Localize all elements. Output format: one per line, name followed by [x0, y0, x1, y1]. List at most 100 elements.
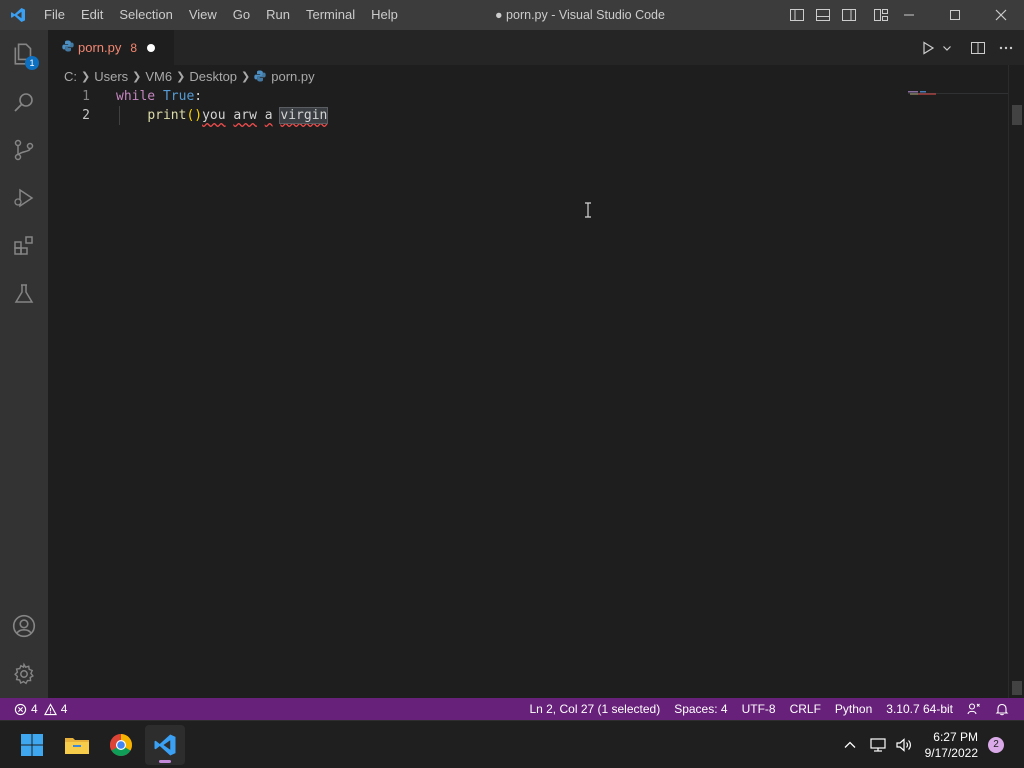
code-line[interactable]: 2 print()you arw a virgin [48, 106, 1008, 125]
testing-flask-icon[interactable] [0, 270, 48, 318]
bracket-close: ) [194, 108, 203, 123]
tab-problem-count: 8 [130, 40, 138, 55]
encoding[interactable]: UTF-8 [735, 698, 783, 720]
language-mode[interactable]: Python [828, 698, 879, 720]
explorer-badge: 1 [25, 56, 39, 70]
split-editor-icon[interactable] [970, 37, 986, 59]
run-debug-icon[interactable] [0, 174, 48, 222]
cursor-position[interactable]: Ln 2, Col 27 (1 selected) [522, 698, 667, 720]
editor-actions [920, 30, 1014, 65]
tab-bar: porn.py 8 [48, 30, 1024, 65]
run-python-file-icon[interactable] [920, 37, 936, 59]
breadcrumb-vm6[interactable]: VM6 [145, 69, 172, 84]
unsaved-dot-icon[interactable] [147, 43, 156, 52]
breadcrumb: C: ❯ Users ❯ VM6 ❯ Desktop ❯ porn.py [48, 65, 1008, 87]
vscode-taskbar-icon[interactable] [145, 725, 185, 765]
clock-date: 9/17/2022 [924, 746, 978, 760]
notification-badge[interactable]: 2 [988, 737, 1004, 753]
breadcrumb-file[interactable]: porn.py [271, 69, 314, 84]
accounts-icon[interactable] [0, 602, 48, 650]
tab-porn-py[interactable]: porn.py 8 [48, 30, 174, 65]
clock-time: 6:27 PM [933, 730, 978, 744]
windows-taskbar: 6:27 PM 9/17/2022 2 [0, 720, 1024, 768]
menu-terminal[interactable]: Terminal [298, 0, 363, 30]
taskbar-clock[interactable]: 6:27 PM 9/17/2022 [925, 729, 978, 761]
menu-go[interactable]: Go [225, 0, 258, 30]
menu-run[interactable]: Run [258, 0, 298, 30]
chevron-up-icon[interactable] [843, 738, 857, 752]
title-bar: File Edit Selection View Go Run Terminal… [0, 0, 1024, 30]
manage-gear-icon[interactable] [0, 650, 48, 698]
error-word: arw [233, 108, 257, 123]
network-icon[interactable] [869, 737, 887, 753]
menu-selection[interactable]: Selection [111, 0, 180, 30]
toggle-panel-icon[interactable] [812, 4, 834, 26]
menu-file[interactable]: File [36, 0, 73, 30]
code-line[interactable]: 1 while True: [48, 87, 1008, 106]
menu-edit[interactable]: Edit [73, 0, 111, 30]
window-controls [886, 0, 1024, 30]
warning-count: 4 [60, 702, 68, 716]
menu-view[interactable]: View [181, 0, 225, 30]
error-icon [14, 703, 27, 716]
line-number: 2 [82, 108, 90, 123]
breadcrumb-users[interactable]: Users [94, 69, 128, 84]
breadcrumb-chevron-icon: ❯ [132, 70, 142, 83]
function-print: print [147, 108, 187, 123]
error-word: a [264, 108, 273, 123]
keyword-while: while [116, 89, 156, 104]
search-icon[interactable] [0, 78, 48, 126]
source-control-icon[interactable] [0, 126, 48, 174]
activity-bar: 1 [0, 30, 48, 698]
mouse-ibeam-icon [584, 202, 591, 218]
line-number: 1 [82, 89, 90, 104]
breadcrumb-chevron-icon: ❯ [81, 70, 91, 83]
breadcrumb-chevron-icon: ❯ [241, 70, 251, 83]
end-of-line[interactable]: CRLF [783, 698, 828, 720]
python-file-icon [254, 70, 266, 82]
code-text: while True: [116, 87, 202, 106]
vscode-logo-icon [0, 0, 36, 30]
active-app-indicator [159, 760, 171, 763]
minimize-icon[interactable] [886, 0, 932, 30]
status-bar: 4 4 Ln 2, Col 27 (1 selected) Spaces: 4 … [0, 698, 1024, 720]
extensions-icon[interactable] [0, 222, 48, 270]
toggle-primary-sidebar-icon[interactable] [786, 4, 808, 26]
close-icon[interactable] [978, 0, 1024, 30]
vertical-scrollbar[interactable] [1008, 65, 1024, 698]
toggle-secondary-sidebar-icon[interactable] [838, 4, 860, 26]
volume-icon[interactable] [895, 737, 913, 753]
scrollbar-thumb-bottom[interactable] [1012, 681, 1022, 695]
colon: : [194, 89, 203, 104]
windows-start-icon[interactable] [12, 725, 52, 765]
scrollbar-thumb[interactable] [1012, 105, 1022, 125]
indentation[interactable]: Spaces: 4 [667, 698, 734, 720]
python-interpreter[interactable]: 3.10.7 64-bit [879, 698, 960, 720]
layout-controls [786, 0, 892, 30]
notifications-bell-icon[interactable] [988, 702, 1016, 716]
breadcrumb-desktop[interactable]: Desktop [189, 69, 237, 84]
breadcrumb-chevron-icon: ❯ [176, 70, 186, 83]
menu-bar: File Edit Selection View Go Run Terminal… [36, 0, 406, 30]
menu-help[interactable]: Help [363, 0, 406, 30]
problems-status[interactable]: 4 4 [0, 702, 67, 716]
more-actions-icon[interactable] [998, 37, 1014, 59]
minimap[interactable] [908, 87, 1008, 95]
feedback-icon[interactable] [960, 702, 988, 716]
tab-label: porn.py [78, 40, 122, 55]
code-editor[interactable]: 1 while True: 2 print()you arw a virgin [48, 87, 1008, 698]
error-count: 4 [31, 702, 38, 716]
file-explorer-icon[interactable] [57, 725, 97, 765]
system-tray: 6:27 PM 9/17/2022 2 [843, 721, 1024, 768]
code-text: print()you arw a virgin [116, 106, 329, 125]
maximize-icon[interactable] [932, 0, 978, 30]
chrome-icon[interactable] [101, 725, 141, 765]
selected-word: virgin [279, 107, 329, 124]
explorer-icon[interactable]: 1 [0, 30, 48, 78]
constant-true: True [162, 89, 195, 104]
breadcrumb-drive[interactable]: C: [64, 69, 77, 84]
run-dropdown-chevron-icon[interactable] [942, 37, 952, 59]
warning-icon [43, 702, 57, 716]
